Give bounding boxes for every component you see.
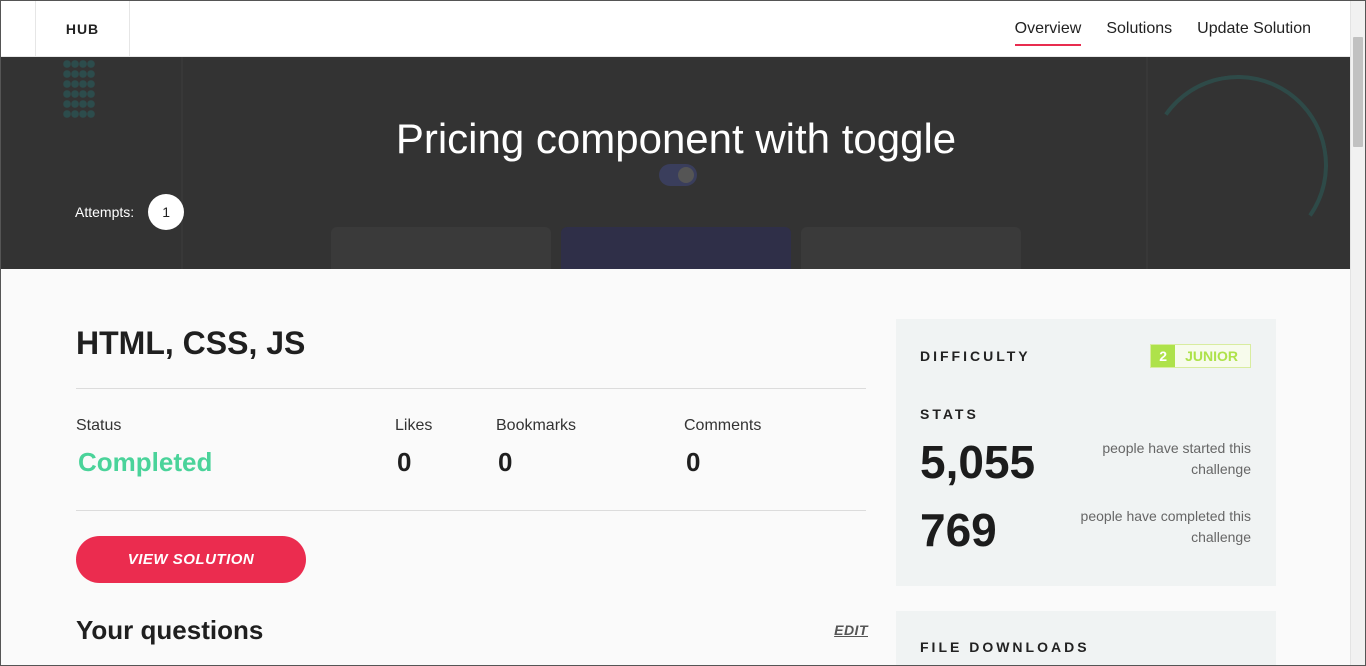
divider xyxy=(76,388,866,389)
stat-label: Comments xyxy=(684,417,762,434)
tech-stack-title: HTML, CSS, JS xyxy=(76,325,306,361)
nav-link-update-solution[interactable]: Update Solution xyxy=(1197,12,1311,46)
stat-comments: Comments 0 xyxy=(684,417,761,478)
challenge-info-panel: DIFFICULTY 2 JUNIOR STATS 5,055 people h… xyxy=(896,319,1276,586)
started-count: 5,055 xyxy=(920,436,1036,488)
stat-bookmarks: Bookmarks 0 xyxy=(496,417,576,478)
attempts-label: Attempts: xyxy=(75,204,135,220)
brand-logo[interactable]: HUB xyxy=(35,1,130,56)
top-nav: HUB Overview Solutions Update Solution xyxy=(1,1,1351,57)
difficulty-label: JUNIOR xyxy=(1185,348,1238,364)
stat-likes: Likes 0 xyxy=(395,417,432,478)
edit-questions-link[interactable]: EDIT xyxy=(834,622,868,638)
file-downloads-panel: FILE DOWNLOADS xyxy=(896,611,1276,665)
comments-value: 0 xyxy=(686,447,701,477)
difficulty-heading: DIFFICULTY xyxy=(920,348,1031,364)
challenge-title: Pricing component with toggle xyxy=(395,115,957,162)
stats-heading: STATS xyxy=(920,406,979,422)
hero-banner: Pricing component with toggle Attempts: … xyxy=(1,57,1351,269)
arc-decoration xyxy=(1133,60,1343,269)
difficulty-badge: 2 JUNIOR xyxy=(1150,344,1251,368)
completed-description: people have completed this challenge xyxy=(1080,508,1251,545)
divider xyxy=(76,510,866,511)
dot-pattern-decoration xyxy=(63,59,95,119)
nav-link-overview[interactable]: Overview xyxy=(1014,12,1081,46)
your-questions-heading: Your questions xyxy=(76,615,264,645)
preview-card-decoration xyxy=(561,227,791,269)
likes-value: 0 xyxy=(397,447,412,477)
nav-links: Overview Solutions Update Solution xyxy=(1014,1,1311,56)
stat-label: Bookmarks xyxy=(496,417,577,434)
preview-card-decoration xyxy=(801,227,1021,269)
attempts-count-badge: 1 xyxy=(148,194,185,230)
stat-label: Likes xyxy=(395,417,433,434)
nav-link-solutions[interactable]: Solutions xyxy=(1106,12,1172,46)
bookmarks-value: 0 xyxy=(498,447,513,477)
difficulty-level: 2 xyxy=(1151,345,1176,367)
page-scrollbar[interactable] xyxy=(1350,1,1365,665)
file-downloads-heading: FILE DOWNLOADS xyxy=(920,639,1090,655)
view-solution-button[interactable]: VIEW SOLUTION xyxy=(76,536,306,583)
page: HUB Overview Solutions Update Solution P… xyxy=(0,0,1366,666)
stat-label: Status xyxy=(76,417,122,434)
scrollbar-thumb[interactable] xyxy=(1353,37,1363,147)
status-value: Completed xyxy=(78,447,213,477)
completed-count: 769 xyxy=(920,504,997,556)
preview-toggle-decoration xyxy=(659,164,697,186)
attempts: Attempts: 1 xyxy=(75,194,185,230)
stat-status: Status Completed xyxy=(76,417,212,478)
preview-card-decoration xyxy=(331,227,551,269)
started-description: people have started this challenge xyxy=(1102,440,1251,477)
hero-bg-divider xyxy=(181,57,183,269)
hero-background-preview xyxy=(1,57,1351,269)
